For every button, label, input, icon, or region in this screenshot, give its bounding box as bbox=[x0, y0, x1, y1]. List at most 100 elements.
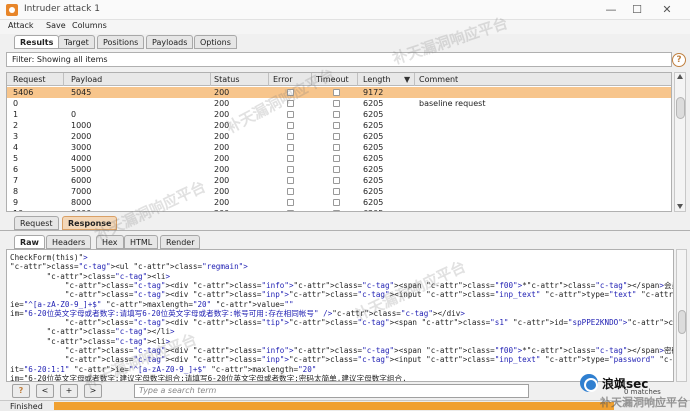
timeout-checkbox bbox=[333, 166, 340, 173]
tab-request[interactable]: Request bbox=[14, 216, 59, 230]
error-checkbox bbox=[287, 122, 294, 129]
cell-request: 7 bbox=[13, 176, 19, 185]
table-row[interactable]: 0 200 6205 baseline request bbox=[7, 98, 671, 109]
menu-columns[interactable]: Columns bbox=[72, 21, 107, 30]
cell-length: 6205 bbox=[363, 110, 384, 119]
cell-length: 6205 bbox=[363, 208, 383, 211]
timeout-checkbox bbox=[333, 111, 340, 118]
cell-status: 200 bbox=[214, 187, 230, 196]
timeout-checkbox bbox=[333, 144, 340, 151]
filter-bar[interactable]: Filter: Showing all items bbox=[6, 52, 672, 67]
table-scrollbar[interactable] bbox=[674, 72, 686, 212]
tab-response[interactable]: Response bbox=[62, 216, 118, 230]
cell-status: 200 bbox=[214, 198, 230, 207]
tab-positions[interactable]: Positions bbox=[97, 35, 145, 49]
cell-payload: 2000 bbox=[71, 132, 92, 141]
status-text: Finished bbox=[10, 402, 43, 411]
column-divider[interactable] bbox=[311, 73, 312, 86]
col-request[interactable]: Request bbox=[13, 75, 46, 84]
col-payload[interactable]: Payload bbox=[71, 75, 102, 84]
cell-status: 200 bbox=[214, 143, 230, 152]
brand-icon bbox=[580, 374, 598, 392]
tab-hex[interactable]: Hex bbox=[96, 235, 124, 249]
search-add-button[interactable]: + bbox=[60, 384, 78, 398]
table-row[interactable]: 8 7000 200 6205 bbox=[7, 186, 671, 197]
cell-status: 200 bbox=[214, 208, 229, 211]
response-body[interactable]: CheckForm(this)"> "c-attr">class="c-tag">… bbox=[6, 249, 674, 382]
cell-status: 200 bbox=[214, 110, 230, 119]
tab-results[interactable]: Results bbox=[14, 35, 60, 49]
cell-request: 3 bbox=[13, 132, 19, 141]
cell-payload: 0 bbox=[71, 110, 77, 119]
column-divider[interactable] bbox=[414, 73, 415, 86]
code-line: im="6-20位英文字母或者数字:建议字母数字组合:请填写6-20位英文字母或… bbox=[10, 373, 407, 382]
cell-status: 200 bbox=[214, 132, 230, 141]
sort-desc-icon[interactable]: ▼ bbox=[404, 75, 410, 84]
col-timeout[interactable]: Timeout bbox=[316, 75, 349, 84]
col-status[interactable]: Status bbox=[214, 75, 240, 84]
table-row[interactable]: 10 9000 200 6205 bbox=[7, 208, 671, 211]
table-row[interactable]: 7 6000 200 6205 bbox=[7, 175, 671, 186]
cell-payload: 8000 bbox=[71, 198, 92, 207]
column-divider[interactable] bbox=[268, 73, 269, 86]
tab-payloads[interactable]: Payloads bbox=[146, 35, 194, 49]
column-divider[interactable] bbox=[210, 73, 211, 86]
cell-length: 6205 bbox=[363, 176, 384, 185]
scroll-thumb[interactable] bbox=[678, 310, 686, 334]
tab-html[interactable]: HTML bbox=[124, 235, 159, 249]
column-divider[interactable] bbox=[63, 73, 64, 86]
table-row[interactable]: 5406 5045 200 9172 bbox=[7, 87, 671, 98]
timeout-checkbox bbox=[333, 89, 340, 96]
cell-payload: 1000 bbox=[71, 121, 92, 130]
maximize-button[interactable]: ☐ bbox=[626, 2, 648, 18]
cell-request: 10 bbox=[13, 208, 23, 211]
col-error[interactable]: Error bbox=[273, 75, 293, 84]
menu-save[interactable]: Save bbox=[46, 21, 66, 30]
error-checkbox bbox=[287, 155, 294, 162]
close-button[interactable]: ✕ bbox=[656, 2, 678, 18]
help-icon[interactable]: ? bbox=[672, 53, 686, 67]
table-row[interactable]: 2 1000 200 6205 bbox=[7, 120, 671, 131]
cell-request: 1 bbox=[13, 110, 19, 119]
column-divider[interactable] bbox=[357, 73, 358, 86]
scroll-up-icon[interactable] bbox=[677, 74, 683, 79]
table-row[interactable]: 6 5000 200 6205 bbox=[7, 164, 671, 175]
cell-request: 5406 bbox=[13, 88, 34, 97]
tab-headers[interactable]: Headers bbox=[46, 235, 92, 249]
scroll-down-icon[interactable] bbox=[677, 204, 683, 209]
search-help-icon[interactable]: ? bbox=[12, 384, 30, 398]
error-checkbox bbox=[287, 133, 294, 140]
col-comment[interactable]: Comment bbox=[419, 75, 458, 84]
response-scrollbar[interactable] bbox=[676, 249, 687, 382]
search-input[interactable]: Type a search term bbox=[134, 384, 529, 398]
col-length[interactable]: Length bbox=[363, 75, 391, 84]
cell-payload: 5045 bbox=[71, 88, 92, 97]
scroll-thumb[interactable] bbox=[676, 97, 685, 119]
minimize-button[interactable]: — bbox=[600, 2, 622, 18]
error-checkbox bbox=[287, 111, 294, 118]
results-table: Request Payload Status Error Timeout Len… bbox=[6, 72, 672, 212]
cell-length: 6205 bbox=[363, 154, 384, 163]
search-next-button[interactable]: > bbox=[84, 384, 102, 398]
table-row[interactable]: 3 2000 200 6205 bbox=[7, 131, 671, 142]
table-header: Request Payload Status Error Timeout Len… bbox=[7, 73, 671, 86]
error-checkbox bbox=[287, 166, 294, 173]
menu-attack[interactable]: Attack bbox=[8, 21, 34, 30]
tab-target[interactable]: Target bbox=[58, 35, 95, 49]
tab-render[interactable]: Render bbox=[160, 235, 201, 249]
table-row[interactable]: 1 0 200 6205 bbox=[7, 109, 671, 120]
table-row[interactable]: 9 8000 200 6205 bbox=[7, 197, 671, 208]
search-prev-button[interactable]: < bbox=[36, 384, 54, 398]
error-checkbox bbox=[287, 177, 294, 184]
tab-options[interactable]: Options bbox=[194, 35, 237, 49]
table-row[interactable]: 4 3000 200 6205 bbox=[7, 142, 671, 153]
tab-raw[interactable]: Raw bbox=[14, 235, 45, 249]
error-checkbox bbox=[287, 188, 294, 195]
menu-bar: Attack Save Columns bbox=[0, 20, 690, 34]
table-row[interactable]: 5 4000 200 6205 bbox=[7, 153, 671, 164]
cell-status: 200 bbox=[214, 176, 230, 185]
timeout-checkbox bbox=[333, 188, 340, 195]
cell-length: 9172 bbox=[363, 88, 384, 97]
cell-request: 8 bbox=[13, 187, 19, 196]
cell-payload: 9000 bbox=[71, 208, 91, 211]
